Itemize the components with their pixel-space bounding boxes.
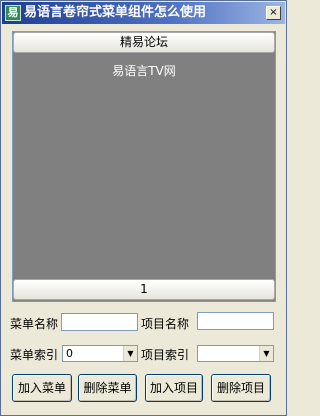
app-icon: 易 bbox=[5, 5, 21, 21]
menu-item-tv[interactable]: 易语言TV网 bbox=[13, 62, 275, 79]
item-name-label: 项目名称 bbox=[141, 317, 190, 331]
chevron-down-icon[interactable]: ▼ bbox=[123, 346, 137, 361]
chevron-down-icon[interactable]: ▼ bbox=[259, 346, 273, 361]
add-menu-button[interactable]: 加入菜单 bbox=[12, 374, 72, 402]
menu-header-jingyi[interactable]: 精易论坛 bbox=[13, 32, 275, 53]
delete-item-button[interactable]: 删除项目 bbox=[211, 374, 271, 402]
title-bar[interactable]: 易 易语言卷帘式菜单组件怎么使用 × bbox=[2, 2, 285, 24]
menu-index-label: 菜单索引 bbox=[10, 348, 59, 362]
client-area: 精易论坛 易语言TV网 1 菜单名称 项目名称 菜单索引 0 ▼ 项目索引 ▼ … bbox=[2, 24, 285, 415]
menu-name-input[interactable] bbox=[61, 313, 138, 331]
delete-menu-button[interactable]: 删除菜单 bbox=[78, 374, 137, 402]
window-title: 易语言卷帘式菜单组件怎么使用 bbox=[24, 5, 207, 20]
menu-header-1[interactable]: 1 bbox=[13, 279, 275, 300]
menu-index-value: 0 bbox=[66, 347, 73, 360]
item-name-input[interactable] bbox=[197, 312, 274, 330]
menu-name-label: 菜单名称 bbox=[10, 317, 59, 331]
add-item-button[interactable]: 加入项目 bbox=[145, 374, 203, 402]
item-index-select[interactable]: ▼ bbox=[197, 345, 274, 362]
close-icon[interactable]: × bbox=[266, 6, 281, 20]
outlook-menu: 精易论坛 易语言TV网 1 bbox=[12, 31, 276, 302]
menu-index-select[interactable]: 0 ▼ bbox=[62, 345, 138, 362]
item-index-label: 项目索引 bbox=[141, 348, 190, 362]
menu-pane: 易语言TV网 bbox=[13, 54, 275, 278]
main-window: 易 易语言卷帘式菜单组件怎么使用 × 精易论坛 易语言TV网 1 菜单名称 项目… bbox=[0, 0, 287, 416]
